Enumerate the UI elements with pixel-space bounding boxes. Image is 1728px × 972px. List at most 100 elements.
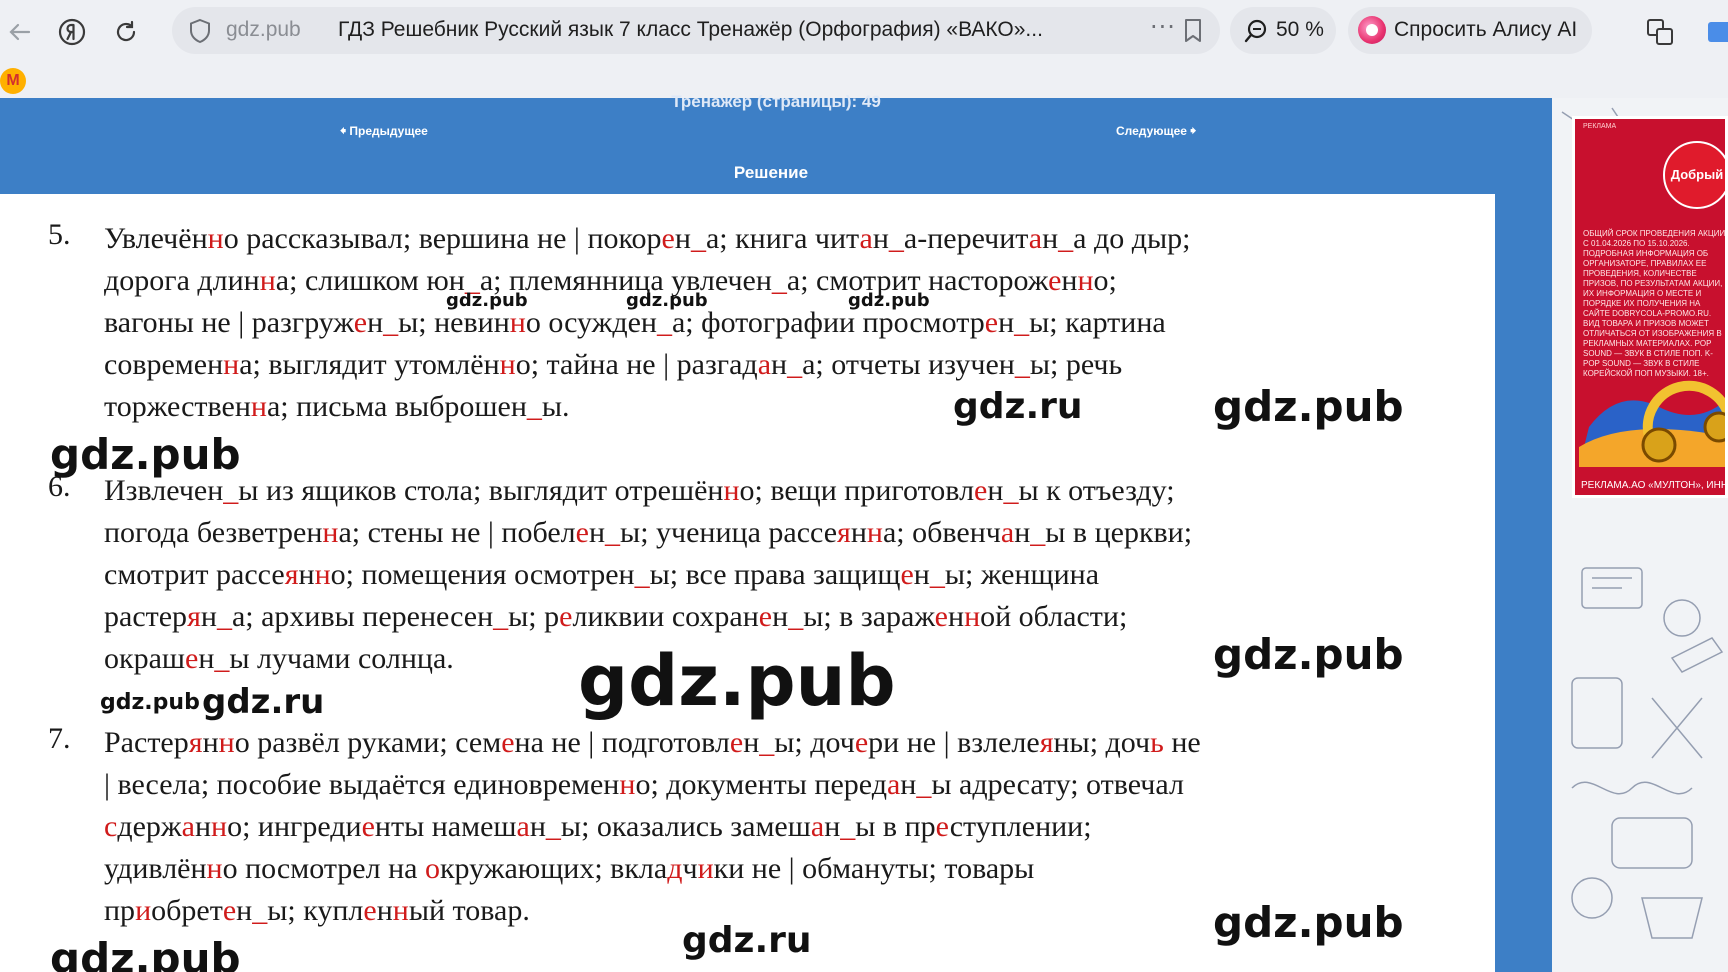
highlighted-letter: а: [810, 810, 825, 843]
more-icon[interactable]: ···: [1150, 13, 1176, 41]
text-segment: о рассказывал; вершина не | покор: [223, 222, 662, 255]
text-segment: о; помещения осмотрен: [330, 558, 635, 591]
text-segment: н: [298, 558, 315, 591]
text-segment: ликвии сохран: [572, 600, 759, 633]
text-segment: а; фотографии просмотр: [671, 306, 985, 339]
highlighted-letter: а: [1000, 516, 1015, 549]
text-segment: не: [1163, 726, 1201, 759]
next-link[interactable]: Следующее 🠺: [1116, 122, 1196, 143]
address-bar[interactable]: gdz.pub ГДЗ Решебник Русский язык 7 клас…: [172, 7, 1220, 54]
text-segment: а до дыр;: [1073, 222, 1191, 255]
highlighted-letter: а: [181, 810, 195, 843]
zoom-level: 50 %: [1276, 18, 1324, 41]
text-segment: н: [1042, 222, 1059, 255]
highlighted-letter: и: [135, 894, 152, 927]
text-segment: вагоны не | разгруж: [104, 306, 354, 339]
text-segment: современ: [104, 348, 224, 381]
highlighted-letter: е: [984, 306, 999, 339]
profile-icon[interactable]: [1700, 12, 1728, 52]
text-segment: н: [236, 894, 253, 927]
text-segment: ы; речь: [1029, 348, 1123, 381]
highlighted-letter: н: [723, 474, 740, 507]
text-line: смотрит рассеянно; помещения осмотрен_ы;…: [104, 554, 1484, 596]
text-segment: н: [998, 306, 1015, 339]
text-line: дорога длинна; слишком юн_а; племянница …: [104, 260, 1484, 302]
highlighted-letter: н: [619, 768, 636, 801]
text-segment: ступлении;: [949, 810, 1092, 843]
ad-brand-logo: Добрый: [1663, 141, 1725, 209]
text-segment: о; ингреди: [227, 810, 362, 843]
highlighted-letter: н: [392, 894, 409, 927]
extension-icon[interactable]: M: [0, 68, 26, 94]
highlighted-letter: _: [788, 600, 804, 633]
side-banner: РЕКЛАМА Добрый ОБЩИЙ СРОК ПРОВЕДЕНИЯ АКЦ…: [1552, 98, 1728, 972]
text-segment: а; книга чит: [705, 222, 860, 255]
text-segment: ы к отъезду;: [1018, 474, 1175, 507]
reload-icon[interactable]: [106, 12, 146, 52]
text-segment: смотрит рассе: [104, 558, 285, 591]
text-segment: н: [743, 726, 760, 759]
highlighted-letter: _: [1014, 306, 1030, 339]
highlighted-letter: е: [501, 726, 515, 759]
highlighted-letter: е: [1048, 264, 1062, 297]
text-segment: н: [198, 642, 215, 675]
text-segment: ы; доч: [774, 726, 855, 759]
highlighted-letter: н: [964, 600, 981, 633]
highlighted-letter: а: [516, 810, 530, 843]
highlighted-letter: _: [383, 306, 399, 339]
solution-header: Тренажер (страницы): 49 🠸 Предыдущее Сле…: [0, 92, 1552, 194]
highlighted-letter: _: [216, 600, 232, 633]
text-segment: на не | подготовл: [514, 726, 730, 759]
text-segment: Растер: [104, 726, 189, 759]
watermark: gdz.pub: [50, 430, 241, 479]
text-segment: обрет: [151, 894, 223, 927]
highlighted-letter: д: [667, 852, 683, 885]
highlighted-letter: я: [1039, 726, 1054, 759]
highlighted-letter: _: [605, 516, 621, 549]
highlighted-letter: а: [1028, 222, 1043, 255]
text-segment: ы адресату; отвечал: [931, 768, 1184, 801]
text-segment: н: [194, 810, 212, 843]
ask-alice-button[interactable]: Спросить Алису AI: [1348, 7, 1592, 54]
text-segment: н: [529, 810, 546, 843]
highlighted-letter: е: [661, 222, 675, 255]
ask-alice-label: Спросить Алису AI: [1394, 18, 1578, 41]
advertisement[interactable]: РЕКЛАМА Добрый ОБЩИЙ СРОК ПРОВЕДЕНИЯ АКЦ…: [1572, 116, 1728, 498]
highlighted-letter: н: [499, 348, 516, 381]
highlighted-letter: _: [1058, 222, 1074, 255]
text-segment: н: [913, 558, 930, 591]
highlighted-letter: _: [1030, 516, 1046, 549]
bookmark-icon[interactable]: [1182, 17, 1204, 49]
highlighted-letter: е: [729, 726, 744, 759]
text-segment: о посмотрел на: [222, 852, 425, 885]
text-segment: н: [376, 894, 393, 927]
shield-icon[interactable]: [188, 18, 212, 48]
text-segment: Увлечён: [104, 222, 208, 255]
previous-label: Предыдущее: [349, 124, 428, 138]
highlighted-letter: _: [526, 390, 542, 423]
text-segment: ри не | взлеле: [868, 726, 1040, 759]
zoom-indicator[interactable]: 50 %: [1230, 7, 1336, 54]
highlighted-letter: о: [424, 852, 440, 885]
highlighted-letter: _: [690, 222, 706, 255]
page-content: Тренажер (страницы): 49 🠸 Предыдущее Сле…: [0, 92, 1728, 972]
watermark: gdz.pub: [1213, 898, 1404, 947]
highlighted-letter: е: [575, 516, 589, 549]
text-segment: н: [200, 600, 217, 633]
text-segment: ы лучами солнца.: [229, 642, 454, 675]
back-icon[interactable]: [0, 12, 40, 52]
watermark: gdz.pub: [626, 290, 708, 311]
yandex-logo-icon[interactable]: [52, 12, 92, 52]
address-domain: gdz.pub: [226, 18, 301, 41]
text-segment: держ: [117, 810, 182, 843]
text-segment: дорога длин: [104, 264, 260, 297]
text-segment: ый товар.: [408, 894, 530, 927]
translate-icon[interactable]: [1640, 12, 1680, 52]
previous-link[interactable]: 🠸 Предыдущее: [340, 122, 428, 143]
headphones-image: [1579, 380, 1725, 467]
highlighted-letter: ь: [1150, 726, 1164, 759]
zoom-icon: [1242, 17, 1270, 49]
text-segment: ы; р: [508, 600, 560, 633]
highlighted-letter: е: [185, 642, 199, 675]
text-segment: н: [202, 726, 219, 759]
